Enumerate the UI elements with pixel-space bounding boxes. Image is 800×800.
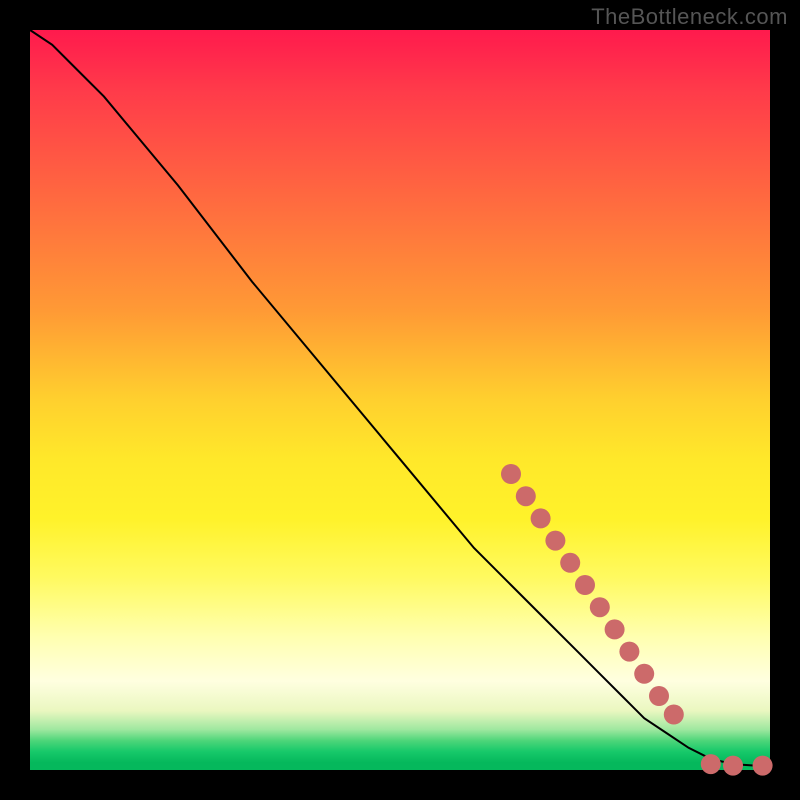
data-marker [664, 705, 684, 725]
data-marker [575, 575, 595, 595]
chart-svg [30, 30, 770, 770]
marker-group [501, 464, 773, 776]
chart-frame: TheBottleneck.com [0, 0, 800, 800]
data-marker [531, 508, 551, 528]
data-marker [545, 531, 565, 551]
watermark-text: TheBottleneck.com [591, 4, 788, 30]
data-marker [560, 553, 580, 573]
data-marker [501, 464, 521, 484]
data-marker [605, 619, 625, 639]
data-marker [649, 686, 669, 706]
plot-area [30, 30, 770, 770]
data-marker [723, 756, 743, 776]
data-marker [701, 754, 721, 774]
data-marker [590, 597, 610, 617]
data-marker [634, 664, 654, 684]
data-marker [619, 642, 639, 662]
data-marker [516, 486, 536, 506]
curve-line [30, 30, 770, 766]
data-marker [753, 756, 773, 776]
